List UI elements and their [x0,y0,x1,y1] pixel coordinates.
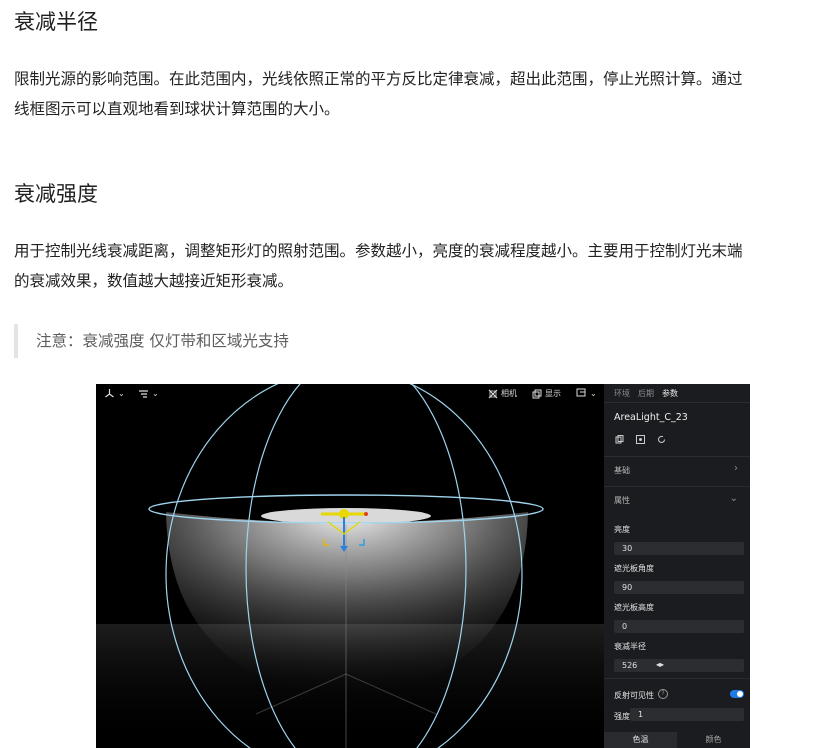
transform-tool-button[interactable]: ⌄ [104,388,125,399]
copy-icon [615,434,623,443]
object-name: AreaLight_C_23 [614,412,688,423]
tab-color-temp[interactable]: 色温 [604,732,677,748]
viewport-toolbar: ⌄ ⌄ 相机 显示 ⌄ [96,384,604,404]
tab-environment[interactable]: 环境 [614,388,630,399]
paragraph-falloff-radius: 限制光源的影响范围。在此范围内，光线依照正常的平方反比定律衰减，超出此范围，停止… [14,64,819,124]
camera-button[interactable]: 相机 [488,388,517,399]
chevron-down-icon: ⌄ [729,493,738,504]
paragraph-line: 用于控制光线衰减距离，调整矩形灯的照射范围。参数越小，亮度的衰减程度越小。主要用… [14,242,743,260]
chevron-down-icon: ⌄ [118,389,125,398]
properties-panel: 环境 后期 参数 AreaLight_C_23 基础 › 属性 ⌄ 亮度 30 … [604,384,750,748]
reflect-visible-label: 反射可见性 [614,691,654,700]
brightness-input[interactable]: 30 [614,542,744,555]
chevron-right-icon: › [734,463,738,474]
section-props-label: 属性 [614,496,630,505]
toggle-knob [737,691,743,697]
tab-post[interactable]: 后期 [638,388,654,399]
paragraph-falloff-intensity: 用于控制光线衰减距离，调整矩形灯的照射范围。参数越小，亮度的衰减程度越小。主要用… [14,236,819,296]
axis-gizmo-icon [105,389,114,398]
shade-angle-value: 90 [622,583,633,592]
copy-button[interactable] [612,432,626,446]
brightness-value: 30 [622,544,633,553]
shade-height-value: 0 [622,622,628,631]
section-props[interactable]: 属性 ⌄ [604,486,750,513]
focus-button[interactable] [633,432,647,446]
chevron-down-icon: ⌄ [152,389,159,398]
3d-viewport[interactable]: ⌄ ⌄ 相机 显示 ⌄ [96,384,604,748]
paragraph-line: 的衰减效果，数值越大越接近矩形衰减。 [14,272,294,290]
section-basic[interactable]: 基础 › [604,456,750,483]
panel-tabs: 环境 后期 参数 [604,384,750,403]
reset-button[interactable] [654,432,668,446]
brightness-label: 亮度 [614,525,630,534]
eye-tool-icon [139,390,148,398]
intensity-input[interactable]: 1 [630,708,744,721]
tab-color[interactable]: 颜色 [677,732,750,748]
focus-icon [635,434,645,444]
view-tool-button[interactable]: ⌄ [138,388,159,399]
resize-cursor-icon: ◂▸ [656,660,665,669]
editor-screenshot: ⌄ ⌄ 相机 显示 ⌄ 环境 后期 参数 AreaLight_C_23 基础 ›… [96,384,750,748]
falloff-radius-input[interactable]: 526 ◂▸ [614,659,744,672]
paragraph-line: 限制光源的影响范围。在此范围内，光线依照正常的平方反比定律衰减，超出此范围，停止… [14,70,743,88]
shade-height-label: 遮光板高度 [614,603,654,612]
falloff-radius-value: 526 [622,661,638,670]
heading-falloff-radius: 衰减半径 [14,10,98,34]
heading-falloff-intensity: 衰减强度 [14,182,98,206]
chevron-down-icon: ⌄ [590,388,597,398]
display-icon [532,389,542,398]
export-button[interactable]: ⌄ [576,388,597,398]
light-falloff-scene [96,384,604,748]
display-label: 显示 [545,389,561,398]
shade-angle-label: 遮光板角度 [614,564,654,573]
reflect-visible-toggle[interactable] [730,690,744,698]
help-icon[interactable]: ? [658,689,668,699]
note-callout: 注意：衰减强度 仅灯带和区域光支持 [14,324,794,358]
intensity-value: 1 [638,710,644,719]
camera-label: 相机 [501,389,517,398]
paragraph-line: 线框图示可以直观地看到球状计算范围的大小。 [14,100,340,118]
falloff-radius-label: 衰减半径 [614,642,646,651]
camera-icon [488,389,498,398]
tab-params[interactable]: 参数 [662,388,678,399]
shade-height-input[interactable]: 0 [614,620,744,633]
display-button[interactable]: 显示 [532,388,561,399]
reset-icon [657,435,665,443]
note-text: 注意：衰减强度 仅灯带和区域光支持 [36,332,289,350]
intensity-label: 强度 [614,712,630,721]
section-basic-label: 基础 [614,466,630,475]
export-icon [576,388,586,397]
shade-angle-input[interactable]: 90 [614,581,744,594]
